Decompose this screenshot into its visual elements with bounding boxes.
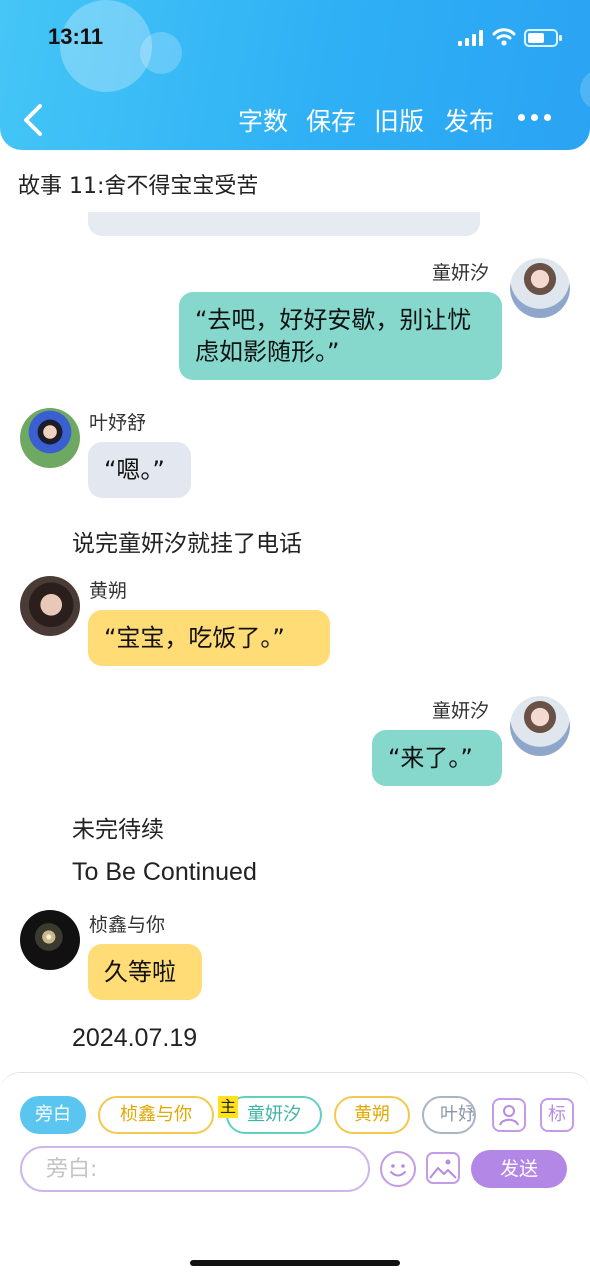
picture-glyph <box>429 1159 457 1179</box>
back-icon[interactable] <box>16 100 50 140</box>
main-character-badge: 主 <box>218 1096 238 1118</box>
speaker-name: 黄朔 <box>89 580 128 602</box>
message-bubble[interactable] <box>88 212 480 236</box>
role-chip-zhenxin[interactable]: 桢鑫与你 <box>98 1096 214 1134</box>
speaker-name: 桢鑫与你 <box>89 914 166 936</box>
smile-glyph <box>390 1164 406 1177</box>
person-glyph <box>499 1105 519 1126</box>
avatar[interactable] <box>20 408 80 468</box>
wifi-icon <box>492 28 516 46</box>
status-time: 13:11 <box>48 24 104 49</box>
avatar[interactable] <box>20 910 80 970</box>
word-count-button[interactable]: 字数 <box>238 102 288 138</box>
message-bubble[interactable]: “宝宝，吃饭了。” <box>88 610 330 666</box>
speaker-name: 童妍汐 <box>432 700 490 722</box>
message-bubble[interactable]: 久等啦 <box>88 944 202 1000</box>
message-bubble[interactable]: “去吧，好好安歇，别让忧虑如影随形。” <box>179 292 502 380</box>
save-button[interactable]: 保存 <box>306 102 356 138</box>
avatar[interactable] <box>20 576 80 636</box>
message-bubble[interactable]: “来了。” <box>372 730 502 786</box>
role-chip-tongyanxi[interactable]: 童妍汐 <box>226 1096 322 1134</box>
role-chip-huangshuo[interactable]: 黄朔 <box>334 1096 410 1134</box>
emoji-icon[interactable] <box>380 1151 416 1187</box>
role-chip-yeyushu[interactable]: 叶妤 <box>422 1096 476 1134</box>
battery-icon <box>524 29 562 47</box>
top-bar: 13:11 字数 保存 旧版 发布 <box>0 0 590 150</box>
avatar[interactable] <box>510 696 570 756</box>
narration-text[interactable]: 说完童妍汐就挂了电话 <box>72 524 302 558</box>
message-bubble[interactable]: “嗯。” <box>88 442 191 498</box>
decor-circle <box>140 32 182 74</box>
role-chip-narrator[interactable]: 旁白 <box>20 1096 86 1134</box>
narration-text[interactable]: 未完待续 <box>72 810 164 844</box>
publish-button[interactable]: 发布 <box>444 102 494 138</box>
image-icon[interactable] <box>426 1152 460 1184</box>
old-version-button[interactable]: 旧版 <box>374 102 424 138</box>
message-input[interactable] <box>20 1146 370 1192</box>
speaker-name: 叶妤舒 <box>89 412 147 434</box>
decor-circle <box>580 70 590 110</box>
narration-text[interactable]: 2024.07.19 <box>72 1024 197 1053</box>
narration-text[interactable]: To Be Continued <box>72 858 257 887</box>
tag-button[interactable]: 标 <box>540 1098 574 1132</box>
more-icon[interactable] <box>518 114 554 124</box>
home-indicator[interactable] <box>190 1260 400 1266</box>
send-button[interactable]: 发送 <box>471 1150 567 1188</box>
avatar[interactable] <box>510 258 570 318</box>
speaker-name: 童妍汐 <box>432 262 490 284</box>
person-icon[interactable] <box>492 1098 526 1132</box>
story-title: 故事 11:舍不得宝宝受苦 <box>18 174 259 199</box>
cellular-signal-icon <box>458 30 484 46</box>
